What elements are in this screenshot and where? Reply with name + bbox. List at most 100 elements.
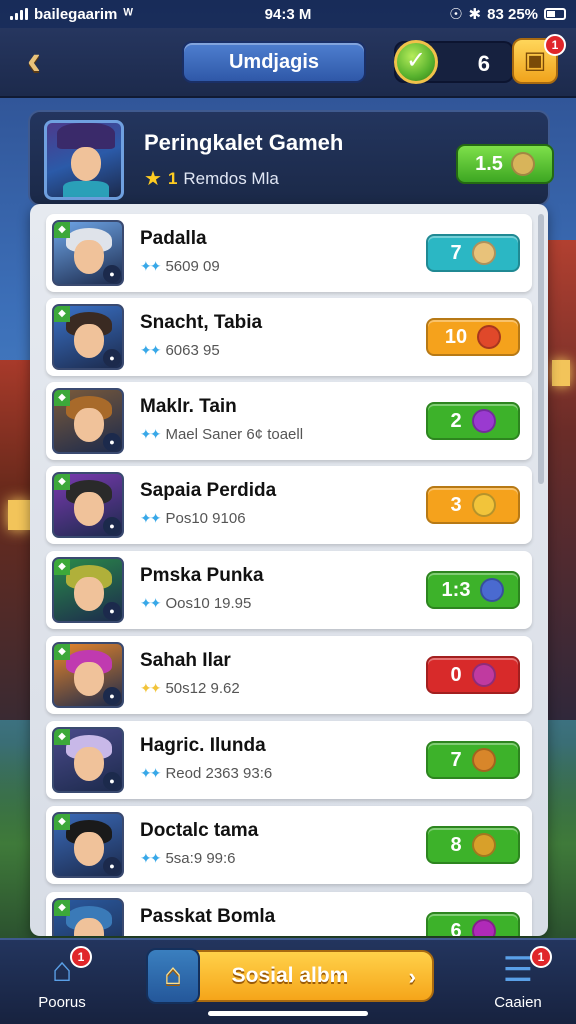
wifi-icon: ᵂ	[123, 5, 133, 23]
player-avatar: ◆ ●	[52, 220, 124, 286]
leaderboard-row[interactable]: ◆ ● Snacht, Tabia ✦✦ 6063 95 10	[46, 298, 532, 376]
leaderboard-row[interactable]: ◆ ● Padalla ✦✦ 5609 09 7	[46, 214, 532, 292]
player-score: 10	[444, 325, 468, 348]
signal-icon	[10, 8, 28, 20]
page-title: Umdjagis	[182, 41, 366, 83]
leaderboard-row[interactable]: ◆ ● Maklr. Tain ✦✦ Mael Saner 6¢ toaell …	[46, 382, 532, 460]
leaderboard-row[interactable]: ◆ ● Pmska Punka ✦✦ Oos10 19.95 1:3	[46, 551, 532, 629]
player-score: 0	[450, 663, 462, 686]
home-indicator	[208, 1011, 368, 1016]
level-tag: ●	[103, 349, 121, 367]
rank-tag: ◆	[54, 474, 70, 490]
gem-icon: ✦✦	[140, 765, 162, 781]
player-stats-text: 50s12 9.62	[165, 680, 240, 697]
battery-text: 83 25%	[487, 5, 538, 23]
player-avatar: ◆ ●	[52, 898, 124, 936]
coin-value: 6	[477, 51, 490, 76]
background-house-right	[546, 240, 576, 720]
avatar-face	[74, 747, 104, 781]
status-time: 94:3 M	[264, 5, 312, 23]
gift-icon: ▣	[523, 47, 547, 74]
rank-tag: ◆	[54, 814, 70, 830]
player-score-button[interactable]: 3	[426, 486, 520, 524]
leaderboard-row[interactable]: ◆ ● Hagric. Ilunda ✦✦ Reod 2363 93:6 7	[46, 721, 532, 799]
player-avatar[interactable]	[44, 120, 124, 200]
nav-home-label: Poorus	[38, 994, 86, 1011]
player-score-button[interactable]: 6	[426, 912, 520, 936]
back-button[interactable]: ‹	[14, 39, 54, 84]
player-name: Maklr. Tain	[140, 396, 237, 417]
rank-tag: ◆	[54, 222, 70, 238]
player-avatar: ◆ ●	[52, 812, 124, 878]
star-icon: ★	[144, 168, 162, 190]
player-name: Sahah Ilar	[140, 650, 231, 671]
check-icon: ✓	[394, 40, 438, 84]
house-icon: ⌂	[146, 948, 200, 1004]
player-score: 3	[450, 493, 462, 516]
gift-button[interactable]: ▣ 1	[512, 34, 566, 84]
leaderboard-row[interactable]: ◆ ● Doctalc tama ✦✦ 5sa:9 99:6 8	[46, 806, 532, 884]
player-score: 7	[450, 241, 462, 264]
reward-icon	[471, 663, 496, 687]
player-score-button[interactable]: 1:3	[426, 571, 520, 609]
social-album-label: Sosial albm	[231, 964, 349, 987]
rank-tag: ◆	[54, 559, 70, 575]
leaderboard-row[interactable]: ◆ ● Sapaia Perdida ✦✦ Pos10 9106 3	[46, 466, 532, 544]
player-name: Sapaia Perdida	[140, 480, 277, 501]
reward-icon	[480, 578, 505, 602]
player-stats: ✦✦ Reod 2363 93:6	[140, 765, 272, 782]
player-score-button[interactable]: 1.5	[456, 144, 554, 184]
alarm-icon: ☉	[449, 6, 463, 23]
reward-icon	[471, 748, 496, 772]
player-score-button[interactable]: 10	[426, 318, 520, 356]
player-score-button[interactable]: 7	[426, 234, 520, 272]
leaderboard-header: Peringkalet Gameh ★ 1 Remdos Mla 1.5	[28, 110, 554, 206]
bottom-nav: ⌂ Poorus 1 ⌂ Sosial albm › ☰ Caaien 1	[0, 938, 576, 1024]
avatar-face	[74, 577, 104, 611]
coin-icon	[510, 152, 535, 176]
player-name: Passkat Bomla	[140, 906, 276, 927]
reward-icon	[477, 325, 502, 349]
player-name: Padalla	[140, 228, 207, 249]
rank-tag: ◆	[54, 729, 70, 745]
player-stats: ✦✦ 50s12 9.62	[140, 680, 240, 697]
leaderboard-title: Peringkalet Gameh	[144, 130, 344, 155]
leaderboard-row[interactable]: ◆ ● Sahah Ilar ✦✦ 50s12 9.62 0	[46, 636, 532, 714]
leaderboard-row[interactable]: ◆ ● Passkat Bomla ✦✦ 3333 93 5 6	[46, 892, 532, 936]
player-stats-text: 5609 09	[165, 258, 220, 275]
player-stats: ✦✦ Pos10 9106	[140, 510, 246, 527]
nav-home[interactable]: ⌂ Poorus 1	[22, 946, 102, 1011]
nav-menu-label: Caaien	[494, 994, 542, 1011]
gem-icon: ✦✦	[140, 595, 162, 611]
player-score-button[interactable]: 0	[426, 656, 520, 694]
player-score: 1:3	[441, 578, 471, 601]
player-avatar: ◆ ●	[52, 557, 124, 623]
reward-icon	[471, 241, 496, 265]
player-score-button[interactable]: 2	[426, 402, 520, 440]
avatar-face	[74, 324, 104, 358]
gem-icon: ✦✦	[140, 426, 162, 442]
player-stats: ✦✦ 6063 95	[140, 342, 220, 359]
avatar-face	[74, 492, 104, 526]
player-rank: 1	[167, 168, 178, 188]
nav-menu-badge: 1	[530, 946, 552, 968]
player-score: 7	[450, 748, 462, 771]
player-stats-text: Mael Saner 6¢ toaell	[165, 426, 304, 443]
leaderboard-list[interactable]: ◆ ● Padalla ✦✦ 5609 09 7 ◆ ● Snacht, Tab…	[30, 204, 548, 936]
player-stats-text: 5sa:9 99:6	[165, 850, 236, 867]
top-bar: ‹ Umdjagis ✓ 6 ▣ 1	[0, 28, 576, 98]
gem-icon: ✦✦	[140, 680, 162, 696]
gem-icon: ✦✦	[140, 850, 162, 866]
player-stats: ✦✦ Mael Saner 6¢ toaell	[140, 426, 303, 443]
status-bar: bailegaarim ᵂ 94:3 M ☉ ✱ 83 25%	[0, 0, 576, 28]
player-stats: ✦✦ 5sa:9 99:6	[140, 850, 236, 867]
reward-icon	[471, 919, 496, 936]
scrollbar[interactable]	[538, 214, 544, 484]
rank-tag: ◆	[54, 306, 70, 322]
player-score-button[interactable]: 8	[426, 826, 520, 864]
social-album-button[interactable]: ⌂ Sosial albm ›	[146, 948, 434, 1004]
nav-menu[interactable]: ☰ Caaien 1	[478, 946, 558, 1011]
player-score-button[interactable]: 7	[426, 741, 520, 779]
player-stats-text: Pos10 9106	[165, 510, 246, 527]
player-name: Snacht, Tabia	[140, 312, 263, 333]
